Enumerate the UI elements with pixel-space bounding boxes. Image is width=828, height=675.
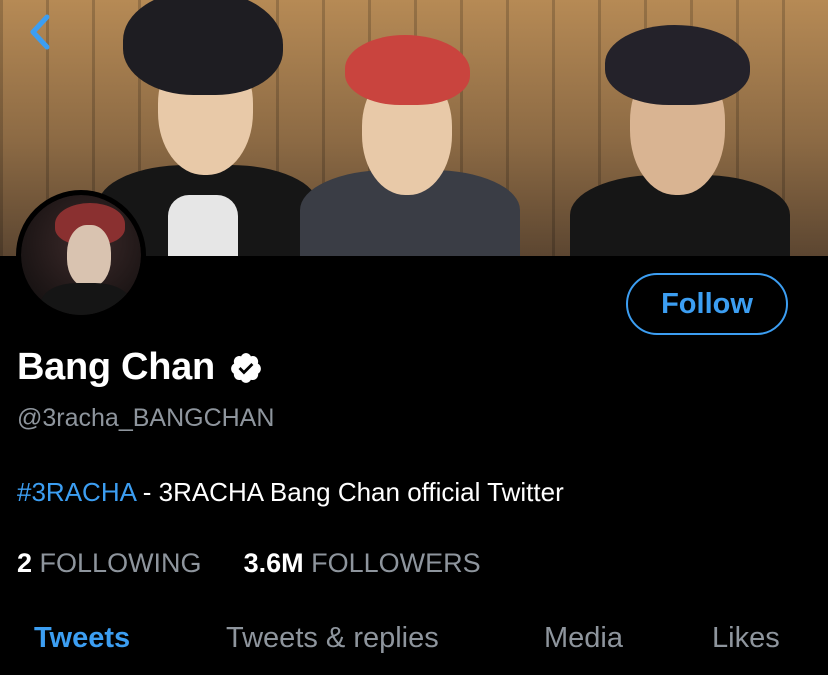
tab-media[interactable]: Media (544, 622, 623, 655)
user-handle: @3racha_BANGCHAN (17, 404, 275, 432)
follow-button[interactable]: Follow (626, 273, 788, 335)
verified-badge-icon (230, 352, 261, 383)
avatar-face (67, 225, 111, 287)
back-button[interactable] (20, 10, 60, 54)
tab-tweets-and-replies[interactable]: Tweets & replies (226, 622, 439, 655)
profile-avatar[interactable] (16, 190, 146, 320)
avatar-body (41, 283, 131, 315)
followers-stat[interactable]: 3.6M FOLLOWERS (244, 548, 481, 579)
tab-likes[interactable]: Likes (712, 622, 780, 655)
chevron-left-icon (30, 14, 50, 50)
bio-hashtag-link[interactable]: #3RACHA (17, 477, 136, 507)
bio-text: - 3RACHA Bang Chan official Twitter (135, 477, 564, 507)
banner-person-middle (300, 0, 520, 256)
profile-tabs: Tweets Tweets & replies Media Likes (0, 615, 828, 675)
followers-label: FOLLOWERS (311, 548, 481, 578)
tab-tweets[interactable]: Tweets (34, 622, 130, 655)
profile-stats: 2 FOLLOWING 3.6M FOLLOWERS (17, 548, 481, 579)
display-name: Bang Chan (17, 346, 215, 388)
display-name-row: Bang Chan (17, 346, 263, 389)
following-count: 2 (17, 548, 33, 578)
banner-person-right (560, 0, 800, 256)
following-stat[interactable]: 2 FOLLOWING (17, 548, 202, 579)
profile-bio: #3RACHA - 3RACHA Bang Chan official Twit… (17, 477, 564, 508)
following-label: FOLLOWING (39, 548, 202, 578)
followers-count: 3.6M (243, 548, 304, 578)
